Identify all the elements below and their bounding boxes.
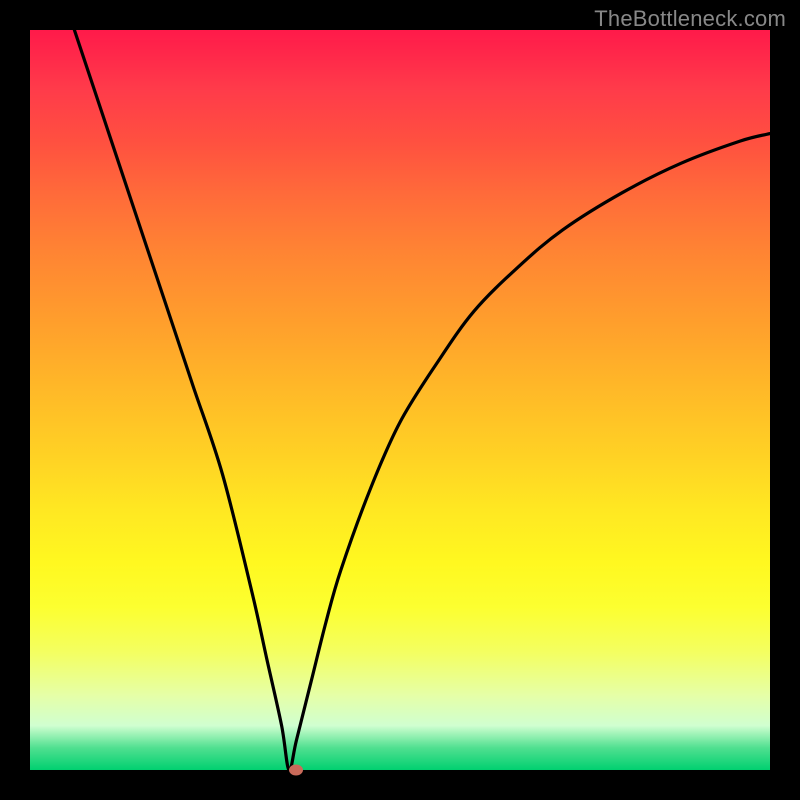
chart-frame: TheBottleneck.com (0, 0, 800, 800)
plot-area (30, 30, 770, 770)
watermark-text: TheBottleneck.com (594, 6, 786, 32)
optimal-marker (289, 765, 303, 776)
curve-svg (30, 30, 770, 770)
bottleneck-curve (74, 30, 770, 770)
